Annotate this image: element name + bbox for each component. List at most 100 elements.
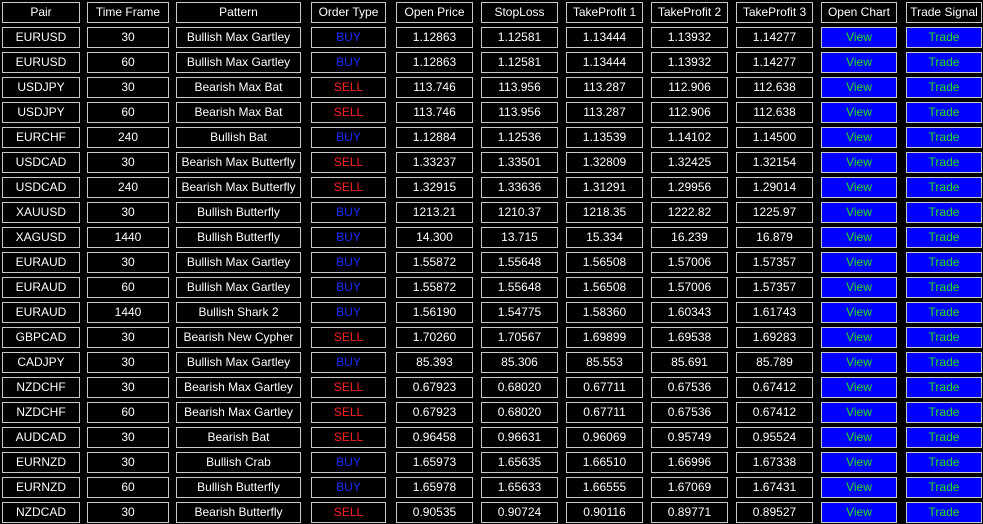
takeprofit-1-cell: 0.90116	[566, 502, 643, 523]
trade-signal-button[interactable]: Trade	[906, 127, 982, 148]
takeprofit-3-cell: 0.67412	[736, 377, 813, 398]
trade-signal-button[interactable]: Trade	[906, 202, 982, 223]
order-type-cell: SELL	[311, 402, 386, 423]
trade-signal-button[interactable]: Trade	[906, 427, 982, 448]
trade-signal-button[interactable]: Trade	[906, 327, 982, 348]
view-chart-button[interactable]: View	[821, 152, 897, 173]
timeframe-cell: 60	[87, 102, 169, 123]
takeprofit-2-cell: 1.29956	[651, 177, 728, 198]
pattern-cell: Bearish Max Gartley	[176, 402, 301, 423]
timeframe-cell: 30	[87, 252, 169, 273]
timeframe-cell: 30	[87, 77, 169, 98]
timeframe-cell: 30	[87, 452, 169, 473]
open-price-cell: 1.33237	[396, 152, 473, 173]
takeprofit-1-cell: 113.287	[566, 102, 643, 123]
pattern-cell: Bullish Max Gartley	[176, 27, 301, 48]
trade-signal-button[interactable]: Trade	[906, 252, 982, 273]
header-stoploss: StopLoss	[481, 2, 558, 23]
view-chart-button[interactable]: View	[821, 452, 897, 473]
order-type-cell: BUY	[311, 302, 386, 323]
stoploss-cell: 113.956	[481, 102, 558, 123]
trade-signal-button[interactable]: Trade	[906, 177, 982, 198]
takeprofit-2-cell: 1.60343	[651, 302, 728, 323]
trade-signal-button[interactable]: Trade	[906, 302, 982, 323]
view-chart-button[interactable]: View	[821, 227, 897, 248]
trade-signal-button[interactable]: Trade	[906, 77, 982, 98]
trade-signal-button[interactable]: Trade	[906, 402, 982, 423]
trade-signal-button[interactable]: Trade	[906, 377, 982, 398]
takeprofit-3-cell: 0.89527	[736, 502, 813, 523]
takeprofit-3-cell: 1.67338	[736, 452, 813, 473]
takeprofit-1-cell: 1.31291	[566, 177, 643, 198]
view-chart-button[interactable]: View	[821, 27, 897, 48]
trade-signal-button[interactable]: Trade	[906, 277, 982, 298]
takeprofit-2-cell: 1222.82	[651, 202, 728, 223]
stoploss-cell: 0.68020	[481, 377, 558, 398]
header-takeprofit-2: TakeProfit 2	[651, 2, 728, 23]
header-open-price: Open Price	[396, 2, 473, 23]
pair-cell: CADJPY	[2, 352, 80, 373]
view-chart-button[interactable]: View	[821, 252, 897, 273]
pair-cell: NZDCAD	[2, 502, 80, 523]
pattern-cell: Bearish New Cypher	[176, 327, 301, 348]
view-chart-button[interactable]: View	[821, 177, 897, 198]
open-price-cell: 0.67923	[396, 402, 473, 423]
takeprofit-1-cell: 0.67711	[566, 402, 643, 423]
view-chart-button[interactable]: View	[821, 327, 897, 348]
order-type-cell: SELL	[311, 502, 386, 523]
pair-cell: USDJPY	[2, 102, 80, 123]
takeprofit-3-cell: 1.67431	[736, 477, 813, 498]
trade-signal-button[interactable]: Trade	[906, 352, 982, 373]
view-chart-button[interactable]: View	[821, 377, 897, 398]
takeprofit-3-cell: 112.638	[736, 102, 813, 123]
takeprofit-3-cell: 1.32154	[736, 152, 813, 173]
view-chart-button[interactable]: View	[821, 302, 897, 323]
stoploss-cell: 1.12581	[481, 52, 558, 73]
trade-signal-button[interactable]: Trade	[906, 227, 982, 248]
trade-signal-button[interactable]: Trade	[906, 452, 982, 473]
pattern-cell: Bullish Max Gartley	[176, 252, 301, 273]
view-chart-button[interactable]: View	[821, 477, 897, 498]
view-chart-button[interactable]: View	[821, 402, 897, 423]
pair-cell: EURAUD	[2, 277, 80, 298]
view-chart-button[interactable]: View	[821, 202, 897, 223]
takeprofit-2-cell: 0.67536	[651, 377, 728, 398]
pair-cell: EURUSD	[2, 27, 80, 48]
timeframe-cell: 30	[87, 327, 169, 348]
timeframe-cell: 60	[87, 477, 169, 498]
view-chart-button[interactable]: View	[821, 502, 897, 523]
order-type-cell: SELL	[311, 177, 386, 198]
view-chart-button[interactable]: View	[821, 427, 897, 448]
takeprofit-3-cell: 1.61743	[736, 302, 813, 323]
trade-signal-button[interactable]: Trade	[906, 27, 982, 48]
pattern-cell: Bearish Max Gartley	[176, 377, 301, 398]
takeprofit-2-cell: 112.906	[651, 102, 728, 123]
pattern-cell: Bearish Max Butterfly	[176, 177, 301, 198]
trade-signal-button[interactable]: Trade	[906, 102, 982, 123]
order-type-cell: SELL	[311, 102, 386, 123]
view-chart-button[interactable]: View	[821, 277, 897, 298]
pattern-cell: Bullish Crab	[176, 452, 301, 473]
takeprofit-1-cell: 1218.35	[566, 202, 643, 223]
order-type-cell: BUY	[311, 202, 386, 223]
pattern-cell: Bearish Max Bat	[176, 102, 301, 123]
view-chart-button[interactable]: View	[821, 127, 897, 148]
stoploss-cell: 0.90724	[481, 502, 558, 523]
trade-signal-button[interactable]: Trade	[906, 477, 982, 498]
view-chart-button[interactable]: View	[821, 352, 897, 373]
takeprofit-2-cell: 0.95749	[651, 427, 728, 448]
order-type-cell: BUY	[311, 277, 386, 298]
open-price-cell: 1.12884	[396, 127, 473, 148]
view-chart-button[interactable]: View	[821, 102, 897, 123]
takeprofit-2-cell: 1.57006	[651, 277, 728, 298]
view-chart-button[interactable]: View	[821, 77, 897, 98]
pattern-cell: Bearish Bat	[176, 427, 301, 448]
trade-signal-button[interactable]: Trade	[906, 52, 982, 73]
view-chart-button[interactable]: View	[821, 52, 897, 73]
trade-signal-button[interactable]: Trade	[906, 152, 982, 173]
trade-signal-button[interactable]: Trade	[906, 502, 982, 523]
takeprofit-1-cell: 85.553	[566, 352, 643, 373]
takeprofit-1-cell: 113.287	[566, 77, 643, 98]
takeprofit-2-cell: 1.69538	[651, 327, 728, 348]
order-type-cell: BUY	[311, 227, 386, 248]
